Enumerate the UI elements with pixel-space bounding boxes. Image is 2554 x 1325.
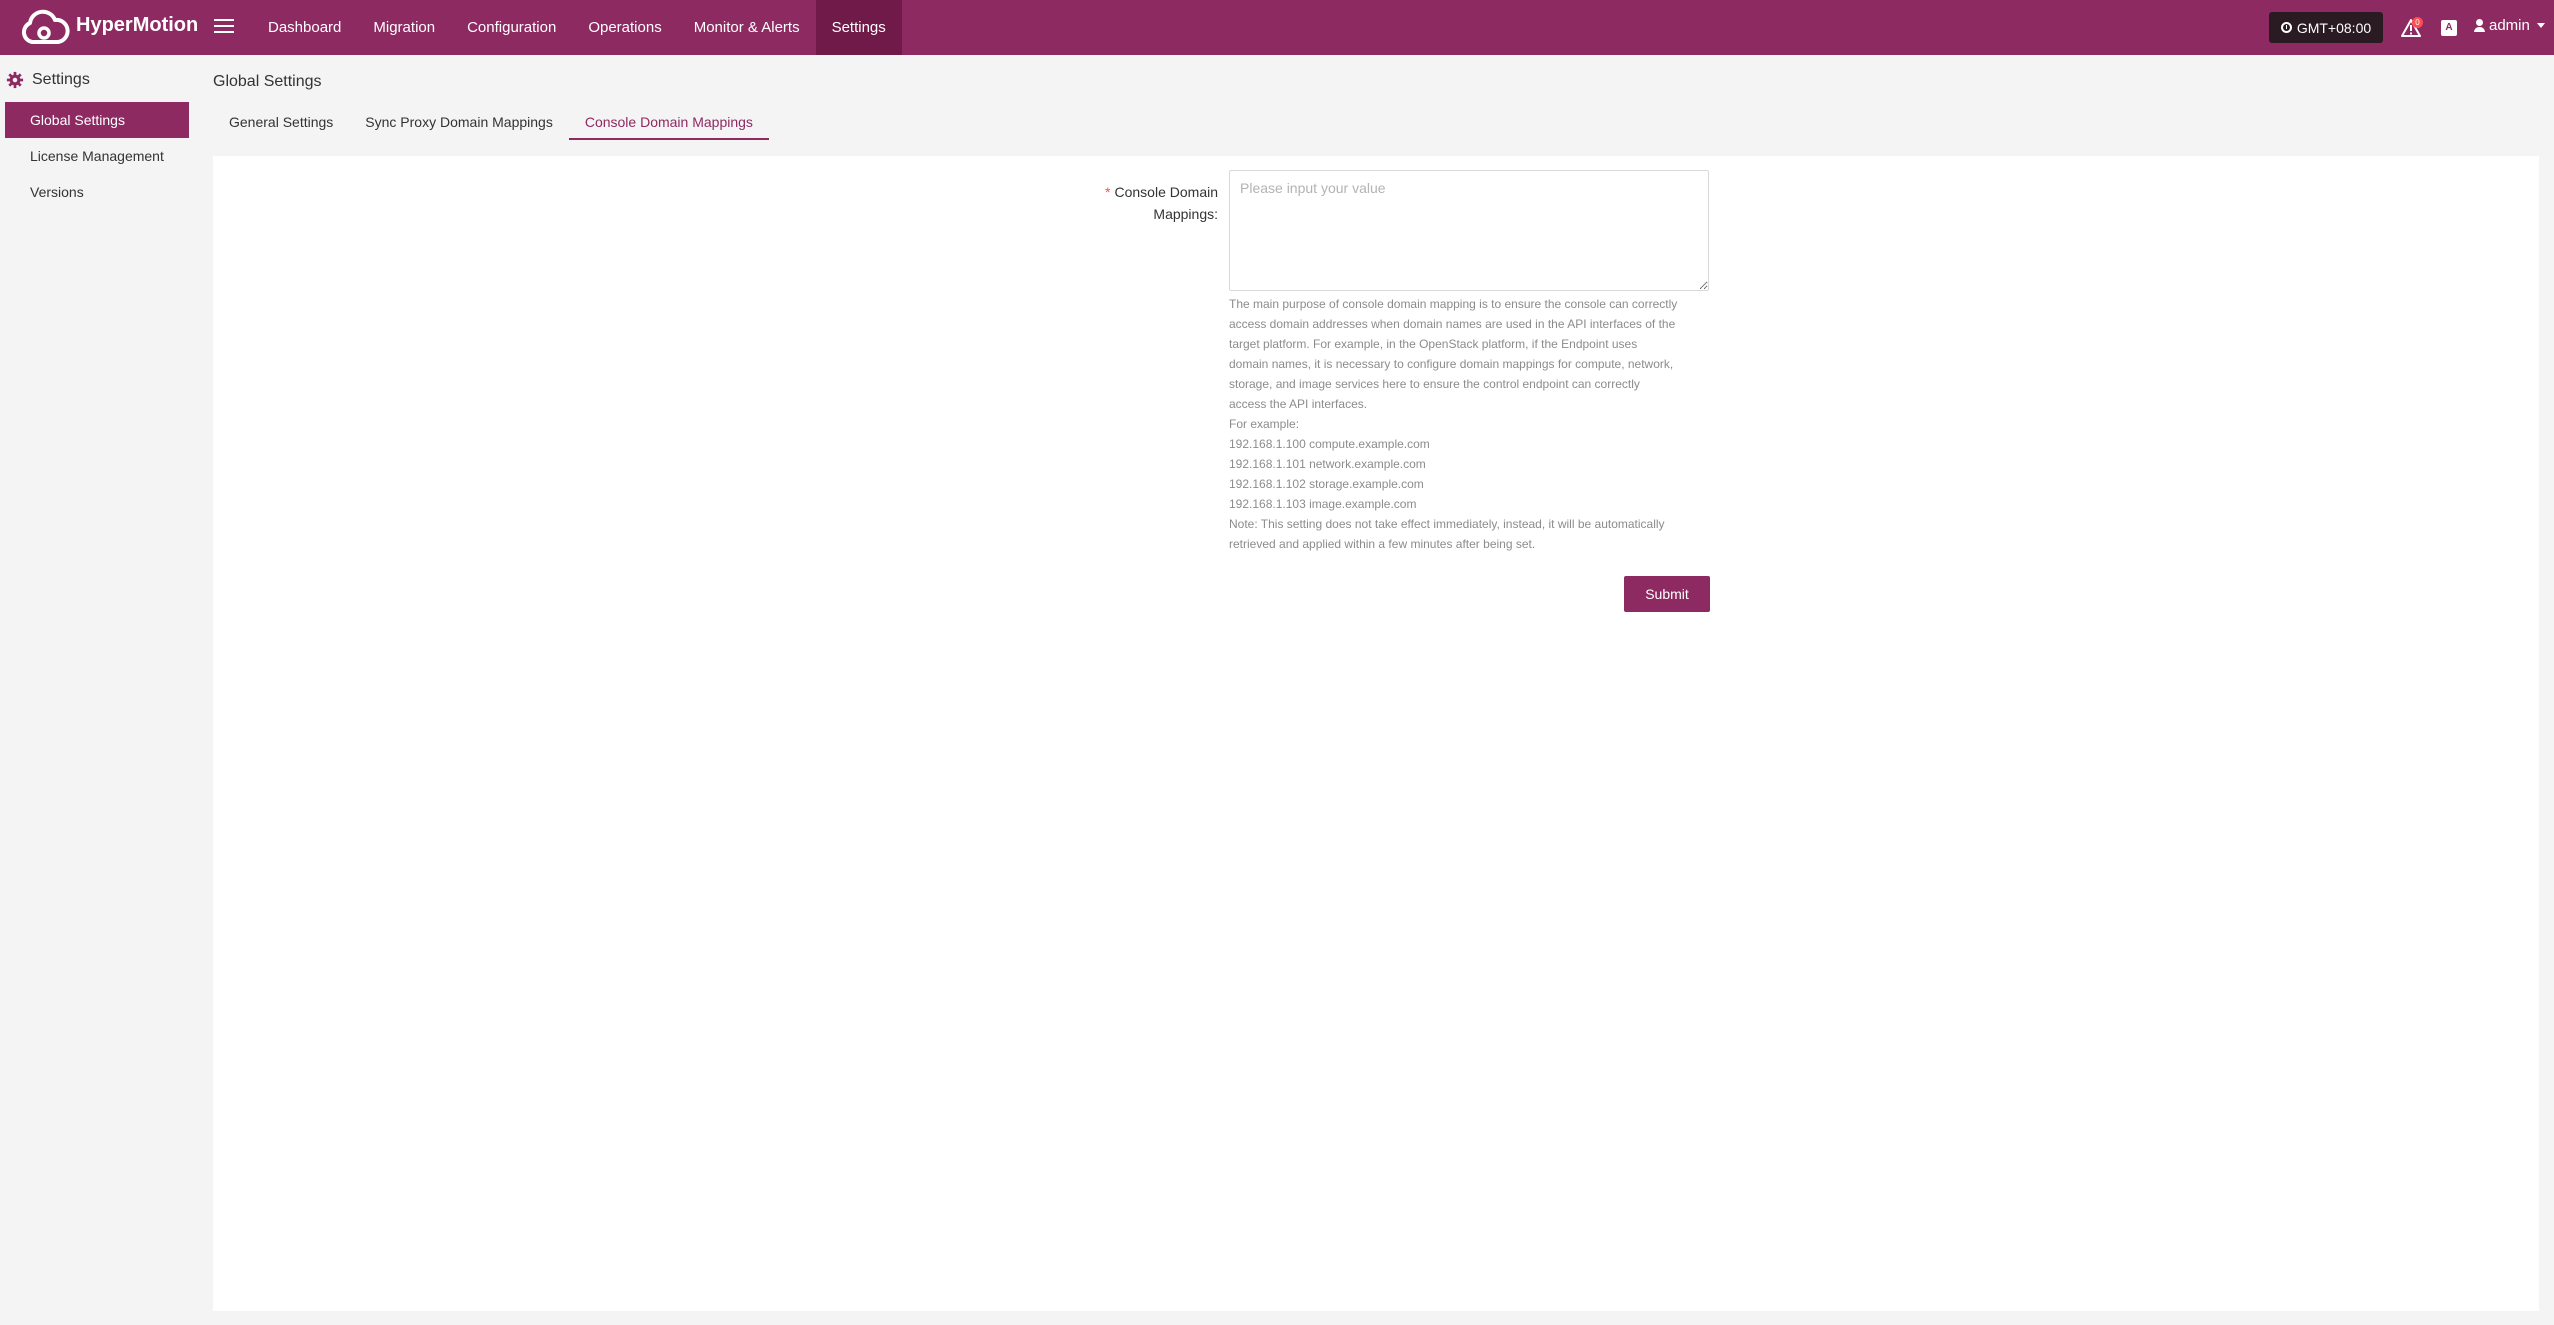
example-title: For example: bbox=[1229, 417, 1300, 431]
tab-console-domain-mappings[interactable]: Console Domain Mappings bbox=[568, 108, 769, 140]
help-line: access domain addresses when domain name… bbox=[1229, 317, 1676, 331]
example-line: 192.168.1.103 image.example.com bbox=[1229, 497, 1417, 511]
help-line: domain names, it is necessary to configu… bbox=[1229, 357, 1674, 371]
settings-tabs: General Settings Sync Proxy Domain Mappi… bbox=[213, 108, 769, 140]
nav-configuration[interactable]: Configuration bbox=[451, 0, 572, 55]
sidebar: Settings Global Settings License Managem… bbox=[0, 55, 200, 1325]
top-nav: Dashboard Migration Configuration Operat… bbox=[252, 0, 902, 55]
chevron-down-icon bbox=[2536, 23, 2545, 28]
help-line: target platform. For example, in the Ope… bbox=[1229, 337, 1638, 351]
timezone-label: GMT+08:00 bbox=[2296, 19, 2372, 36]
help-line: access the API interfaces. bbox=[1229, 397, 1368, 411]
sidebar-header: Settings bbox=[6, 71, 90, 89]
brand-name: HyperMotion bbox=[76, 14, 199, 36]
help-line: storage, and image services here to ensu… bbox=[1229, 377, 1640, 391]
example-line: 192.168.1.100 compute.example.com bbox=[1229, 437, 1430, 451]
sidebar-item-license-management[interactable]: License Management bbox=[5, 138, 189, 174]
tab-sync-proxy-domain-mappings[interactable]: Sync Proxy Domain Mappings bbox=[349, 108, 569, 140]
label-line-2: Mappings: bbox=[1153, 206, 1218, 222]
console-domain-mappings-label: * Console Domain Mappings: bbox=[1080, 181, 1218, 225]
sidebar-item-versions[interactable]: Versions bbox=[5, 174, 189, 210]
sidebar-item-global-settings[interactable]: Global Settings bbox=[5, 102, 189, 138]
nav-migration[interactable]: Migration bbox=[357, 0, 451, 55]
note-line: Note: This setting does not take effect … bbox=[1229, 517, 1665, 531]
submit-button[interactable]: Submit bbox=[1624, 576, 1710, 612]
nav-monitor-alerts[interactable]: Monitor & Alerts bbox=[678, 0, 816, 55]
hamburger-icon[interactable] bbox=[214, 16, 234, 36]
nav-settings[interactable]: Settings bbox=[815, 0, 902, 55]
nav-dashboard[interactable]: Dashboard bbox=[252, 0, 357, 55]
cloud-logo-icon[interactable] bbox=[18, 8, 70, 48]
clock-icon bbox=[2280, 22, 2292, 33]
alert-count-badge: 0 bbox=[2412, 17, 2423, 28]
user-name: admin bbox=[2489, 17, 2530, 34]
help-text: The main purpose of console domain mappi… bbox=[1229, 294, 1709, 554]
example-line: 192.168.1.101 network.example.com bbox=[1229, 457, 1426, 471]
nav-operations[interactable]: Operations bbox=[572, 0, 677, 55]
user-menu[interactable]: admin bbox=[2474, 17, 2545, 34]
console-domain-mappings-input[interactable] bbox=[1229, 170, 1709, 291]
page-title: Global Settings bbox=[213, 73, 322, 90]
gear-icon bbox=[6, 71, 24, 89]
help-line: The main purpose of console domain mappi… bbox=[1229, 297, 1678, 311]
top-navbar: HyperMotion Dashboard Migration Configur… bbox=[0, 0, 2554, 55]
translate-icon[interactable]: A bbox=[2441, 20, 2457, 36]
example-line: 192.168.1.102 storage.example.com bbox=[1229, 477, 1424, 491]
note-line: retrieved and applied within a few minut… bbox=[1229, 537, 1536, 551]
label-line-1: Console Domain bbox=[1114, 184, 1219, 200]
user-icon bbox=[2474, 18, 2485, 33]
tab-general-settings[interactable]: General Settings bbox=[213, 108, 349, 140]
sidebar-title: Settings bbox=[32, 71, 90, 88]
required-marker: * bbox=[1105, 184, 1111, 200]
timezone-button[interactable]: GMT+08:00 bbox=[2269, 12, 2383, 43]
